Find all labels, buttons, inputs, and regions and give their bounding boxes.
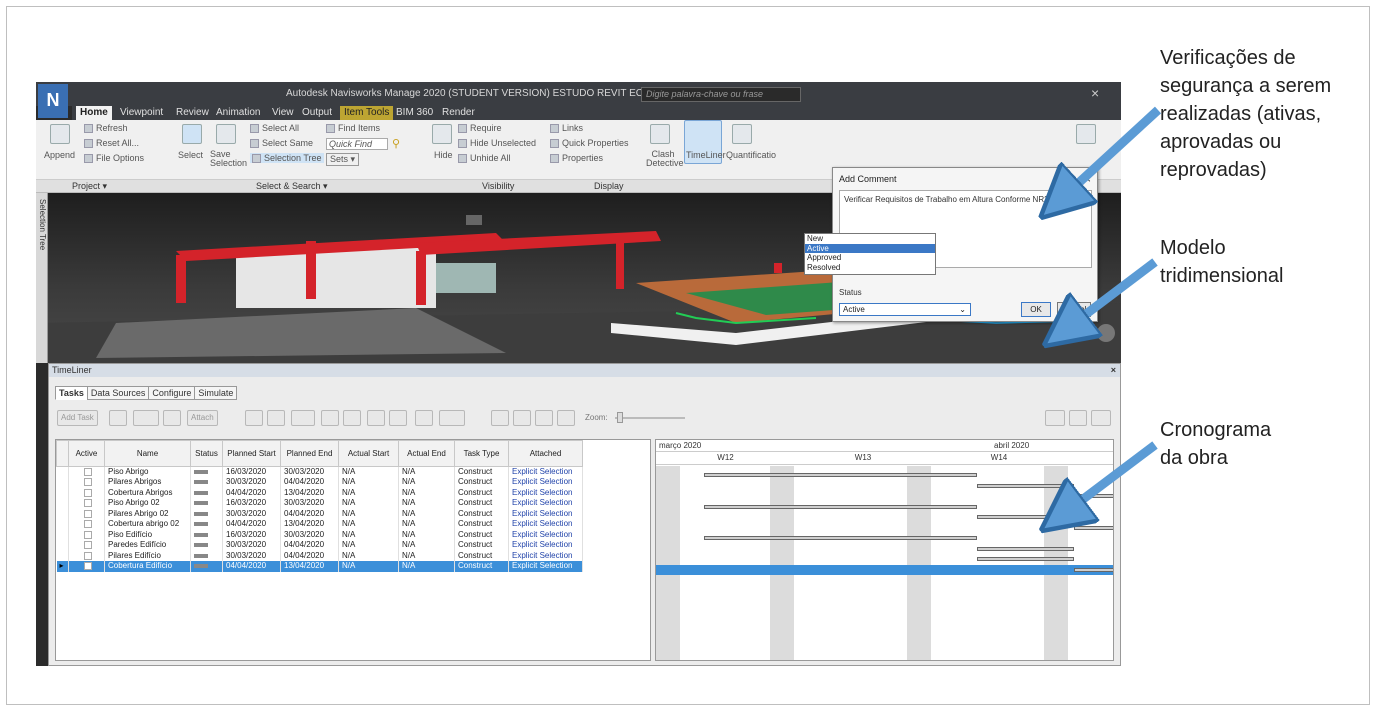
annotation-arrows bbox=[0, 106, 1162, 711]
arrow-to-gantt bbox=[1062, 441, 1158, 515]
arrow-to-model bbox=[1065, 258, 1158, 330]
arrow-to-dialog bbox=[1060, 106, 1162, 200]
